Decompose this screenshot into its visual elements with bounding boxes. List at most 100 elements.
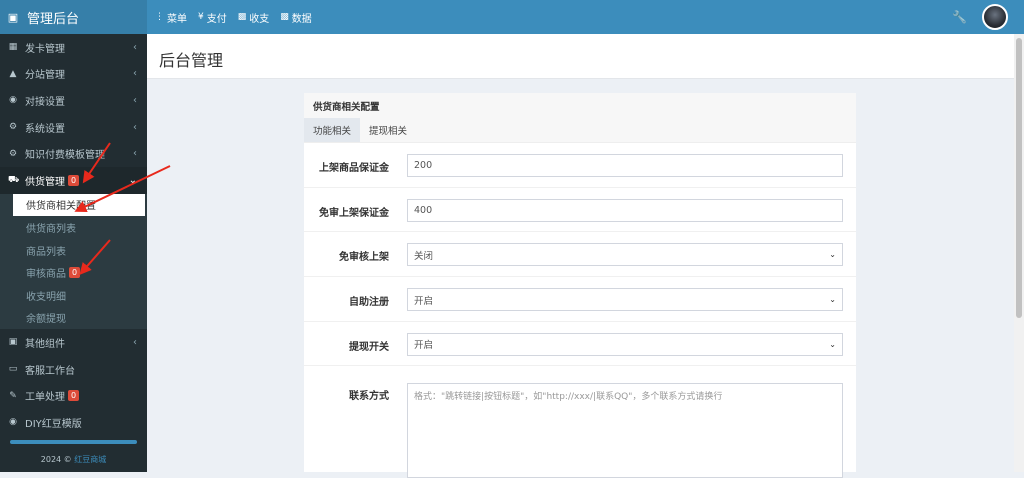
form-row-listing-deposit: 上架商品保证金 200 xyxy=(304,143,856,188)
field-label: 免审核上架 xyxy=(339,252,389,264)
truck-icon: ⛟ xyxy=(8,174,20,185)
submenu-review-products[interactable]: 审核商品 0 xyxy=(0,261,147,284)
contact-label: 联系方式 xyxy=(349,391,389,402)
nav-menu[interactable]: ⋮ 菜单 xyxy=(155,10,187,25)
field-label: 上架商品保证金 xyxy=(319,163,389,174)
nav-pay[interactable]: ¥ 支付 xyxy=(198,10,227,25)
tab-withdrawal[interactable]: 提现相关 xyxy=(360,118,416,142)
sidebar-item-label: 客服工作台 xyxy=(25,365,75,377)
submenu-label: 供货商列表 xyxy=(26,223,76,235)
field-label: 自助注册 xyxy=(349,297,389,309)
sidebar-item-card[interactable]: ▦ 发卡管理 ‹ xyxy=(0,34,147,61)
form-row-exempt-review: 免审核上架 关闭 ⌄ xyxy=(304,232,856,278)
cube-icon: ▣ xyxy=(7,10,19,24)
nav-data[interactable]: ▩ 数据 xyxy=(280,10,312,25)
sidebar-item-label: 系统设置 xyxy=(25,123,65,135)
cube-icon: ▣ xyxy=(8,337,18,348)
form-row-withdraw-switch: 提现开关 开启 ⌄ xyxy=(304,322,856,367)
listing-deposit-input[interactable]: 200 xyxy=(407,154,843,177)
sidebar-item-docking[interactable]: ◉ 对接设置 ‹ xyxy=(0,87,147,114)
nav-income-label: 收支 xyxy=(249,13,270,25)
chevron-down-icon: ⌄ xyxy=(829,250,836,260)
gear-icon: ⚙ xyxy=(8,122,18,133)
cogs-icon: ⚙ xyxy=(8,148,18,159)
nav-income[interactable]: ▩ 收支 xyxy=(238,10,270,25)
panel-tabs: 功能相关 提现相关 xyxy=(304,118,856,143)
sidebar-item-service-desk[interactable]: ▭ 客服工作台 xyxy=(0,356,147,383)
submenu-supplier-config[interactable]: 供货商相关配置 xyxy=(13,193,145,217)
sidebar-item-components[interactable]: ▣ 其他组件 ‹ xyxy=(0,329,147,356)
submenu-product-list[interactable]: 商品列表 xyxy=(0,239,147,262)
copyright-text: 2024 © xyxy=(40,455,72,464)
wallet-icon: ▩ xyxy=(237,12,247,22)
chevron-left-icon: ‹ xyxy=(133,68,137,80)
wrench-icon[interactable]: 🔧 xyxy=(952,10,967,24)
contact-textarea[interactable]: 格式："跳转链接|按钮标题"，如"http://xxx/|联系QQ"，多个联系方… xyxy=(407,383,843,478)
chevron-left-icon: ‹ xyxy=(133,41,137,53)
count-badge: 0 xyxy=(68,174,80,186)
submenu-label: 供货商相关配置 xyxy=(26,201,96,213)
yen-icon: ¥ xyxy=(198,12,204,22)
list-icon: ⋮ xyxy=(155,12,164,22)
chevron-left-icon: ‹ xyxy=(133,148,137,160)
sidebar-divider xyxy=(10,440,137,444)
scrollbar-thumb[interactable] xyxy=(1016,38,1022,318)
submenu-withdrawal[interactable]: 余额提现 xyxy=(0,307,147,330)
submenu-label: 余额提现 xyxy=(26,314,66,326)
sidebar-item-label: DIY红豆模版 xyxy=(25,418,82,430)
self-register-select[interactable]: 开启 ⌄ xyxy=(407,288,843,312)
sidebar-item-label: 分站管理 xyxy=(25,70,65,82)
sidebar-item-diy-template[interactable]: ◉ DIY红豆模版 xyxy=(0,409,147,436)
top-right-tools: 🔧 xyxy=(952,0,1008,34)
field-label: 免审上架保证金 xyxy=(319,207,389,219)
form-row-self-register: 自助注册 开启 ⌄ xyxy=(304,277,856,322)
select-value: 开启 xyxy=(414,295,434,307)
paint-icon: ◉ xyxy=(9,417,17,428)
field-label: 提现开关 xyxy=(349,341,389,353)
chevron-down-icon: ⌄ xyxy=(829,339,836,349)
form-row-exempt-deposit: 免审上架保证金 400 xyxy=(304,188,856,233)
submenu-income-details[interactable]: 收支明细 xyxy=(0,284,147,307)
nav-data-label: 数据 xyxy=(291,13,312,25)
top-nav: ⋮ 菜单 ¥ 支付 ▩ 收支 ▩ 数据 xyxy=(155,0,323,34)
chevron-down-icon: ⌄ xyxy=(128,174,137,186)
exempt-deposit-input[interactable]: 400 xyxy=(407,198,843,222)
avatar[interactable] xyxy=(982,4,1008,30)
select-value: 开启 xyxy=(414,340,434,352)
nav-pay-label: 支付 xyxy=(206,13,227,25)
submenu-label: 商品列表 xyxy=(26,246,66,258)
sidebar-item-label: 其他组件 xyxy=(25,338,65,350)
sidebar-item-supply[interactable]: ⛟ 供货管理 0 ⌄ xyxy=(0,166,147,194)
page-scrollbar[interactable] xyxy=(1014,34,1024,472)
select-value: 关闭 xyxy=(414,250,434,262)
bar-chart-icon: ▩ xyxy=(280,12,289,22)
chevron-left-icon: ‹ xyxy=(133,121,137,133)
withdraw-switch-select[interactable]: 开启 ⌄ xyxy=(407,332,843,356)
contact-placeholder: 格式："跳转链接|按钮标题"，如"http://xxx/|联系QQ"，多个联系方… xyxy=(414,392,723,402)
sidebar-item-knowledge[interactable]: ⚙ 知识付费模板管理 ‹ xyxy=(0,140,147,167)
chevron-down-icon: ⌄ xyxy=(829,295,836,305)
sidebar-item-system[interactable]: ⚙ 系统设置 ‹ xyxy=(0,114,147,141)
sitemap-icon: ▲ xyxy=(9,68,17,79)
submenu-supplier-list[interactable]: 供货商列表 xyxy=(0,216,147,239)
chevron-left-icon: ‹ xyxy=(133,336,137,348)
panel-title: 供货商相关配置 xyxy=(304,93,856,118)
sidebar-item-label: 工单处理 xyxy=(25,392,65,404)
exempt-review-select[interactable]: 关闭 ⌄ xyxy=(407,243,843,267)
copyright: 2024 © 红豆商城 xyxy=(0,454,147,465)
content-header: 后台管理 xyxy=(147,34,1014,79)
sidebar-item-label: 发卡管理 xyxy=(25,43,65,55)
app-title: 管理后台 xyxy=(27,11,80,27)
laptop-icon: ▭ xyxy=(8,364,18,375)
sidebar: ▦ 发卡管理 ‹ ▲ 分站管理 ‹ ◉ 对接设置 ‹ ⚙ 系统设置 ‹ ⚙ 知识… xyxy=(0,34,147,472)
supply-submenu: 供货商相关配置 供货商列表 商品列表 审核商品 0 收支明细 余额提现 xyxy=(0,193,147,330)
sidebar-item-tickets[interactable]: ✎ 工单处理 0 xyxy=(0,382,147,409)
tab-features[interactable]: 功能相关 xyxy=(304,118,361,142)
edit-icon: ✎ xyxy=(9,390,17,401)
top-navbar: ▣ 管理后台 ⋮ 菜单 ¥ 支付 ▩ 收支 ▩ 数据 🔧 xyxy=(0,0,1024,34)
count-badge: 0 xyxy=(69,267,81,279)
chevron-left-icon: ‹ xyxy=(133,94,137,106)
copyright-link[interactable]: 红豆商城 xyxy=(74,455,106,464)
sidebar-item-substation[interactable]: ▲ 分站管理 ‹ xyxy=(0,61,147,88)
app-logo[interactable]: ▣ 管理后台 xyxy=(0,0,147,34)
